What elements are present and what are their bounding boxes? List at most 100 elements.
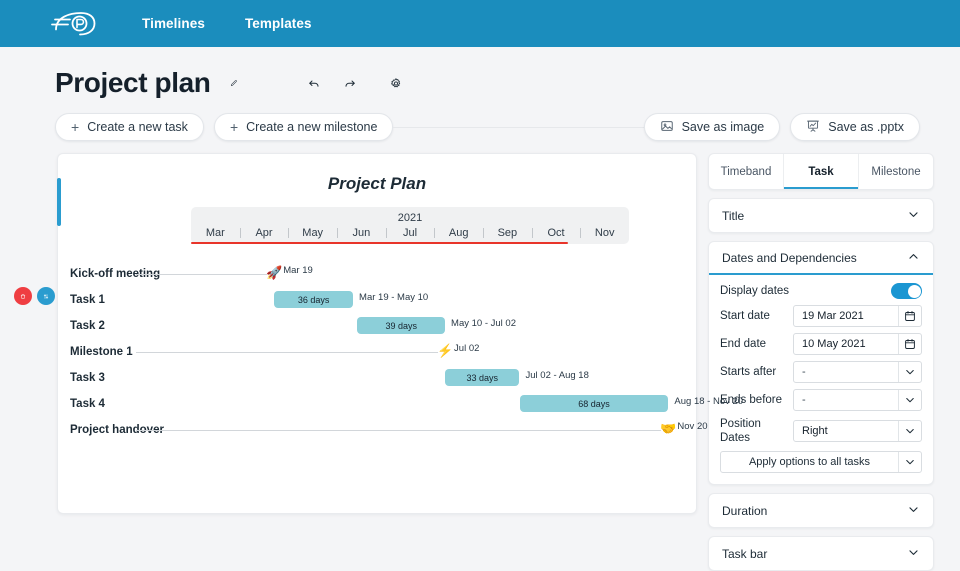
timeband-highlight: [191, 241, 568, 244]
timeline-row-label: Task 4: [70, 398, 105, 410]
display-dates-label: Display dates: [720, 285, 790, 297]
page-title: Project plan: [55, 67, 211, 98]
section-dates-label: Dates and Dependencies: [722, 250, 857, 265]
tab-timeband[interactable]: Timeband: [709, 154, 784, 189]
timeline-row[interactable]: Task 2 39 days May 10 - Jul 02: [58, 313, 696, 339]
toolbar-divider: [393, 126, 644, 128]
rocket-icon[interactable]: 🚀: [266, 264, 282, 282]
chevron-down-icon: [907, 546, 920, 562]
section-dates-and-dependencies: Dates and Dependencies Display dates Sta…: [708, 241, 934, 485]
action-toolbar: + Create a new task + Create a new miles…: [55, 113, 960, 141]
handover-icon[interactable]: 🤝: [660, 420, 676, 438]
task-date-label: Aug 18 - Nov 20: [674, 396, 744, 407]
end-date-label: End date: [720, 338, 767, 350]
page-header: Project plan + Create a new task + Creat…: [0, 47, 960, 141]
create-milestone-button[interactable]: + Create a new milestone: [213, 113, 394, 141]
section-duration-label: Duration: [722, 503, 768, 518]
pencil-icon[interactable]: [224, 73, 244, 93]
task-bar-duration: 39 days: [385, 320, 417, 331]
section-task-bar-header[interactable]: Task bar: [709, 537, 933, 570]
undo-arrow-icon[interactable]: [302, 71, 326, 95]
chevron-down-icon[interactable]: [898, 452, 921, 472]
start-date-input[interactable]: 19 Mar 2021: [793, 305, 922, 327]
position-dates-select[interactable]: Right: [793, 420, 922, 442]
main-content: Project Plan 2021 Mar Apr May Jun Jul Aug Sep O…: [0, 141, 960, 571]
reorder-row-button[interactable]: [37, 287, 55, 305]
milestone-date-label: Mar 19: [283, 265, 313, 276]
timeline-row-label: Task 2: [70, 320, 105, 332]
image-icon: [660, 119, 674, 136]
starts-after-select[interactable]: -: [793, 361, 922, 383]
start-date-label: Start date: [720, 310, 770, 322]
save-buttons: Save as image Save as .pptx: [643, 113, 920, 141]
timeline-row-track: 33 days Jul 02 - Aug 18: [191, 365, 629, 391]
timeband[interactable]: 2021 Mar Apr May Jun Jul Aug Sep Oct Nov: [191, 207, 629, 244]
tab-task-label: Task: [808, 165, 834, 178]
display-dates-toggle[interactable]: [891, 283, 922, 299]
create-milestone-label: Create a new milestone: [246, 120, 378, 134]
panel-tabs: Timeband Task Milestone: [708, 153, 934, 190]
tab-milestone[interactable]: Milestone: [859, 154, 933, 189]
ends-before-select[interactable]: -: [793, 389, 922, 411]
section-title-label: Title: [722, 208, 745, 223]
section-duration: Duration: [708, 493, 934, 528]
timeline-row[interactable]: Task 4 68 days Aug 18 - Nov 20: [58, 391, 743, 417]
chevron-down-icon[interactable]: [898, 421, 921, 441]
chevron-down-icon[interactable]: [898, 362, 921, 382]
tab-task[interactable]: Task: [784, 154, 859, 189]
starts-after-label: Starts after: [720, 366, 777, 378]
task-bar[interactable]: 33 days: [445, 369, 520, 386]
chevron-down-icon[interactable]: [898, 390, 921, 410]
chevron-down-icon: [907, 503, 920, 519]
timeband-year: 2021: [397, 212, 423, 224]
plus-icon: +: [71, 119, 80, 135]
timeline-row[interactable]: Project handover 🤝 Nov 20: [58, 417, 708, 443]
task-bar[interactable]: 36 days: [274, 291, 354, 308]
task-bar[interactable]: 68 days: [519, 395, 669, 412]
gear-icon[interactable]: [384, 71, 408, 95]
end-date-input[interactable]: 10 May 2021: [793, 333, 922, 355]
ends-before-row: Ends before -: [720, 389, 922, 411]
task-date-label: Mar 19 - May 10: [359, 292, 429, 303]
position-dates-value: Right: [802, 425, 828, 437]
lightning-icon[interactable]: ⚡: [437, 342, 453, 360]
selected-row-indicator: [57, 178, 61, 226]
section-title-header[interactable]: Title: [709, 199, 933, 232]
timeline-row[interactable]: Task 1 36 days Mar 19 - May 10: [58, 287, 696, 313]
task-bar[interactable]: 39 days: [357, 317, 446, 334]
starts-after-row: Starts after -: [720, 361, 922, 383]
nav-link-templates[interactable]: Templates: [245, 16, 312, 31]
timeline-row[interactable]: Milestone 1 ⚡ Jul 02: [58, 339, 696, 365]
task-bar-duration: 36 days: [297, 294, 330, 305]
timeline-rows: Kick-off meeting 🚀 Mar 19 Task 1 36 days Mar …: [58, 261, 743, 443]
timeband-month: Nov: [580, 227, 629, 244]
task-date-label: Jul 02 - Aug 18: [525, 370, 589, 381]
create-buttons: + Create a new task + Create a new miles…: [55, 113, 394, 141]
position-dates-row: Position Dates Right: [720, 417, 922, 445]
redo-arrow-icon[interactable]: [338, 71, 362, 95]
nav-link-timelines[interactable]: Timelines: [142, 16, 205, 31]
timeline-row-track: ⚡ Jul 02: [136, 339, 629, 365]
timeline-row[interactable]: Task 3 33 days Jul 02 - Aug 18: [58, 365, 696, 391]
section-title: Title: [708, 198, 934, 233]
tab-milestone-label: Milestone: [871, 165, 921, 178]
section-task-bar-label: Task bar: [722, 546, 768, 561]
section-dates-header[interactable]: Dates and Dependencies: [709, 242, 933, 275]
create-task-label: Create a new task: [87, 120, 188, 134]
preceden-logo[interactable]: [50, 9, 96, 39]
calendar-icon[interactable]: [898, 306, 921, 326]
calendar-icon[interactable]: [898, 334, 921, 354]
save-as-pptx-button[interactable]: Save as .pptx: [790, 113, 920, 141]
delete-row-button[interactable]: [14, 287, 32, 305]
section-duration-header[interactable]: Duration: [709, 494, 933, 527]
tab-timeband-label: Timeband: [720, 165, 772, 178]
timeline-row[interactable]: Kick-off meeting 🚀 Mar 19: [58, 261, 696, 287]
timeline-row-track: 39 days May 10 - Jul 02: [191, 313, 629, 339]
timeline-row-track: 68 days Aug 18 - Nov 20: [191, 391, 743, 417]
create-task-button[interactable]: + Create a new task: [55, 113, 204, 141]
chart-title: Project Plan: [327, 174, 427, 193]
title-row: Project plan: [55, 65, 960, 101]
milestone-date-label: Jul 02: [454, 343, 480, 354]
apply-options-to-all-tasks-button[interactable]: Apply options to all tasks: [720, 451, 922, 473]
save-as-image-button[interactable]: Save as image: [643, 113, 781, 141]
